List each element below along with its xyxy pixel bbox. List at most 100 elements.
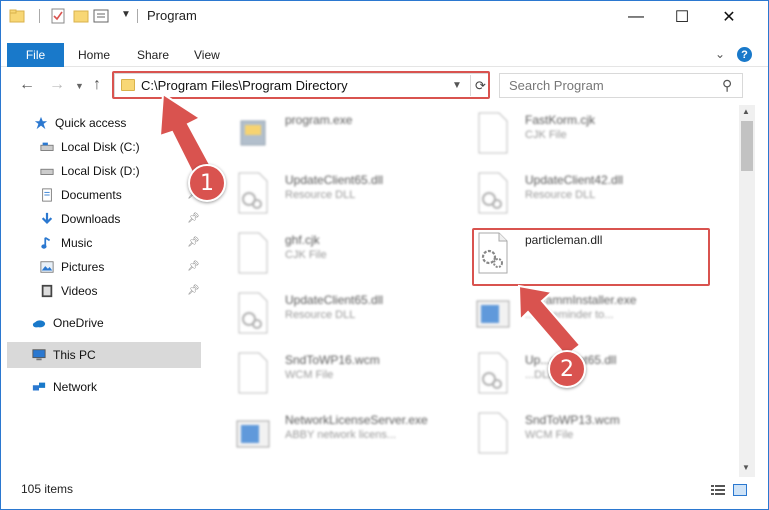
- search-icon[interactable]: ⚲: [722, 77, 732, 94]
- music-icon: [41, 236, 51, 249]
- file-list: program.exe UpdateClient65.dll Resource …: [211, 105, 738, 477]
- file-name: UpdateClient65.dll: [285, 173, 384, 187]
- file-type: CJK File: [285, 249, 327, 261]
- callout-number: 1: [188, 164, 226, 202]
- file-icon: [238, 232, 268, 274]
- forward-arrow-icon[interactable]: →: [49, 76, 65, 94]
- file-name: FastKorm.cjk: [525, 113, 596, 127]
- file-item[interactable]: ghf.cjk CJK File: [221, 227, 461, 283]
- file-item[interactable]: UpdateClient42.dll Resource DLL: [461, 167, 701, 223]
- sidebar-item-videos[interactable]: Videos: [39, 280, 97, 302]
- folder-icon[interactable]: [9, 8, 25, 24]
- file-type: CJK File: [525, 129, 567, 141]
- minimize-button[interactable]: —: [613, 1, 659, 32]
- exe-file-icon: [240, 120, 266, 146]
- dll-file-icon: [478, 232, 508, 274]
- sidebar-item-pictures[interactable]: Pictures: [39, 256, 104, 278]
- sidebar-item-downloads[interactable]: Downloads: [39, 208, 120, 230]
- address-bar[interactable]: C:\Program Files\Program Directory ▼ ⟳: [114, 73, 490, 98]
- tab-view[interactable]: View: [194, 43, 220, 67]
- tab-file[interactable]: File: [7, 43, 64, 67]
- sidebar-item-this-pc[interactable]: This PC: [31, 344, 96, 366]
- pin-icon[interactable]: 📌︎: [187, 213, 200, 224]
- close-button[interactable]: ✕: [706, 1, 752, 32]
- sidebar-item-onedrive[interactable]: OneDrive: [31, 312, 104, 334]
- file-item[interactable]: SndToWP16.wcm WCM File: [221, 347, 461, 403]
- sidebar-item-documents[interactable]: Documents: [39, 184, 122, 206]
- search-input[interactable]: Search Program ⚲: [499, 73, 743, 98]
- sidebar-item-quick-access[interactable]: Quick access: [33, 112, 126, 134]
- file-type: Resource DLL: [285, 309, 356, 321]
- pin-icon[interactable]: 📌︎: [187, 261, 200, 272]
- customize-toolbar-icon[interactable]: [93, 8, 109, 24]
- file-name: NetworkLicenseServer.exe: [285, 413, 428, 427]
- sidebar-item-label: Pictures: [61, 260, 105, 274]
- folder-icon: [121, 79, 135, 91]
- dll-file-icon: [478, 352, 508, 394]
- file-name: particleman.dll: [525, 233, 603, 247]
- file-item[interactable]: UpdateClient65.dll Resource DLL: [221, 287, 461, 343]
- scroll-up-icon[interactable]: ▲: [742, 107, 750, 116]
- dll-file-icon: [478, 172, 508, 214]
- computer-icon: [32, 349, 46, 361]
- sidebar-item-music[interactable]: Music: [39, 232, 92, 254]
- file-item-particleman[interactable]: particleman.dll: [461, 227, 701, 283]
- window-title: Program: [147, 8, 197, 23]
- file-name: UpdateClient42.dll: [525, 173, 624, 187]
- file-name: program.exe: [285, 113, 353, 127]
- file-item[interactable]: SndToWP13.wcm WCM File: [461, 407, 701, 463]
- tab-share[interactable]: Share: [137, 43, 169, 67]
- file-item[interactable]: program.exe: [221, 107, 461, 163]
- file-type: WCM File: [525, 429, 574, 441]
- sidebar-item-local-disk-d[interactable]: Local Disk (D:): [39, 160, 140, 182]
- file-item[interactable]: UpdateClient65.dll Resource DLL: [221, 167, 461, 223]
- file-name: ...grammInstaller.exe: [525, 293, 637, 307]
- file-name: SndToWP16.wcm: [285, 353, 380, 367]
- file-name: UpdateClient65.dll: [285, 293, 384, 307]
- sidebar-item-local-disk-c[interactable]: Local Disk (C:): [39, 136, 140, 158]
- exe-file-icon: [236, 420, 270, 448]
- sidebar-item-label: Music: [61, 236, 93, 250]
- maximize-button[interactable]: ☐: [659, 1, 705, 32]
- scroll-down-icon[interactable]: ▼: [742, 463, 750, 472]
- file-item[interactable]: NetworkLicenseServer.exe ABBY network li…: [221, 407, 461, 463]
- recent-locations-icon[interactable]: ▼: [75, 81, 84, 91]
- scroll-thumb[interactable]: [741, 121, 753, 171]
- sidebar-item-label: Local Disk (D:): [61, 164, 140, 178]
- star-icon: [34, 116, 48, 130]
- address-path[interactable]: C:\Program Files\Program Directory: [141, 78, 348, 93]
- item-count: 105 items: [21, 482, 74, 496]
- refresh-icon[interactable]: ⟳: [470, 75, 490, 96]
- chevron-down-icon[interactable]: ▼: [452, 80, 462, 91]
- pin-icon[interactable]: 📌︎: [187, 285, 200, 296]
- dll-file-icon: [238, 172, 268, 214]
- chevron-down-icon[interactable]: ▼: [121, 9, 131, 20]
- drive-icon: [40, 142, 54, 151]
- tab-home[interactable]: Home: [78, 43, 110, 67]
- sidebar-item-label: This PC: [53, 348, 96, 362]
- file-item[interactable]: FastKorm.cjk CJK File: [461, 107, 701, 163]
- navigation-bar: ← → ▼ ↑ C:\Program Files\Program Directo…: [1, 68, 768, 104]
- tiles-view-icon[interactable]: [733, 484, 747, 496]
- up-arrow-icon[interactable]: ↑: [93, 76, 101, 94]
- new-folder-icon[interactable]: [73, 8, 89, 24]
- properties-icon[interactable]: [50, 8, 66, 24]
- file-item[interactable]: ...grammInstaller.exe ...Y Reminder to..…: [461, 287, 701, 343]
- pictures-icon: [40, 261, 54, 273]
- documents-icon: [42, 188, 52, 202]
- file-type: Resource DLL: [285, 189, 356, 201]
- details-view-icon[interactable]: [711, 484, 725, 496]
- network-icon: [32, 382, 46, 391]
- vertical-scrollbar[interactable]: ▲ ▼: [739, 105, 755, 477]
- pin-icon[interactable]: 📌︎: [187, 237, 200, 248]
- sidebar-item-network[interactable]: Network: [31, 376, 97, 398]
- back-arrow-icon[interactable]: ←: [19, 76, 35, 94]
- file-name: ghf.cjk: [285, 233, 320, 247]
- sidebar-item-label: Downloads: [61, 212, 121, 226]
- file-type: ABBY network licens...: [285, 429, 397, 441]
- help-icon[interactable]: ?: [737, 47, 752, 62]
- expand-ribbon-icon[interactable]: ⌄: [715, 47, 725, 61]
- search-placeholder: Search Program: [509, 78, 604, 93]
- sidebar-item-label: Documents: [61, 188, 122, 202]
- sidebar-item-label: Quick access: [55, 116, 127, 130]
